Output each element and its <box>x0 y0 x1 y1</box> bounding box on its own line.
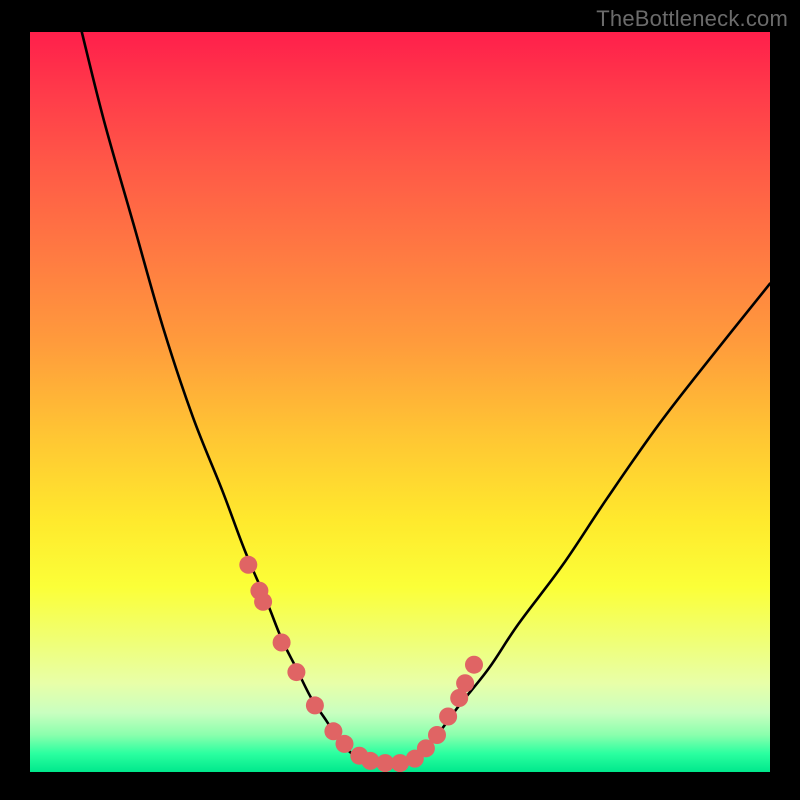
curve-path <box>82 32 770 765</box>
marker-dot <box>336 735 354 753</box>
chart-frame: TheBottleneck.com <box>0 0 800 800</box>
marker-dot <box>306 696 324 714</box>
marker-dot <box>456 674 474 692</box>
plot-area <box>30 32 770 772</box>
marker-dot <box>287 663 305 681</box>
marker-dots <box>239 556 483 772</box>
marker-dot <box>439 708 457 726</box>
marker-dot <box>239 556 257 574</box>
curve-layer <box>30 32 770 772</box>
marker-dot <box>254 593 272 611</box>
marker-dot <box>428 726 446 744</box>
bottleneck-curve <box>82 32 770 765</box>
marker-dot <box>273 634 291 652</box>
watermark-text: TheBottleneck.com <box>596 6 788 32</box>
marker-dot <box>465 656 483 674</box>
